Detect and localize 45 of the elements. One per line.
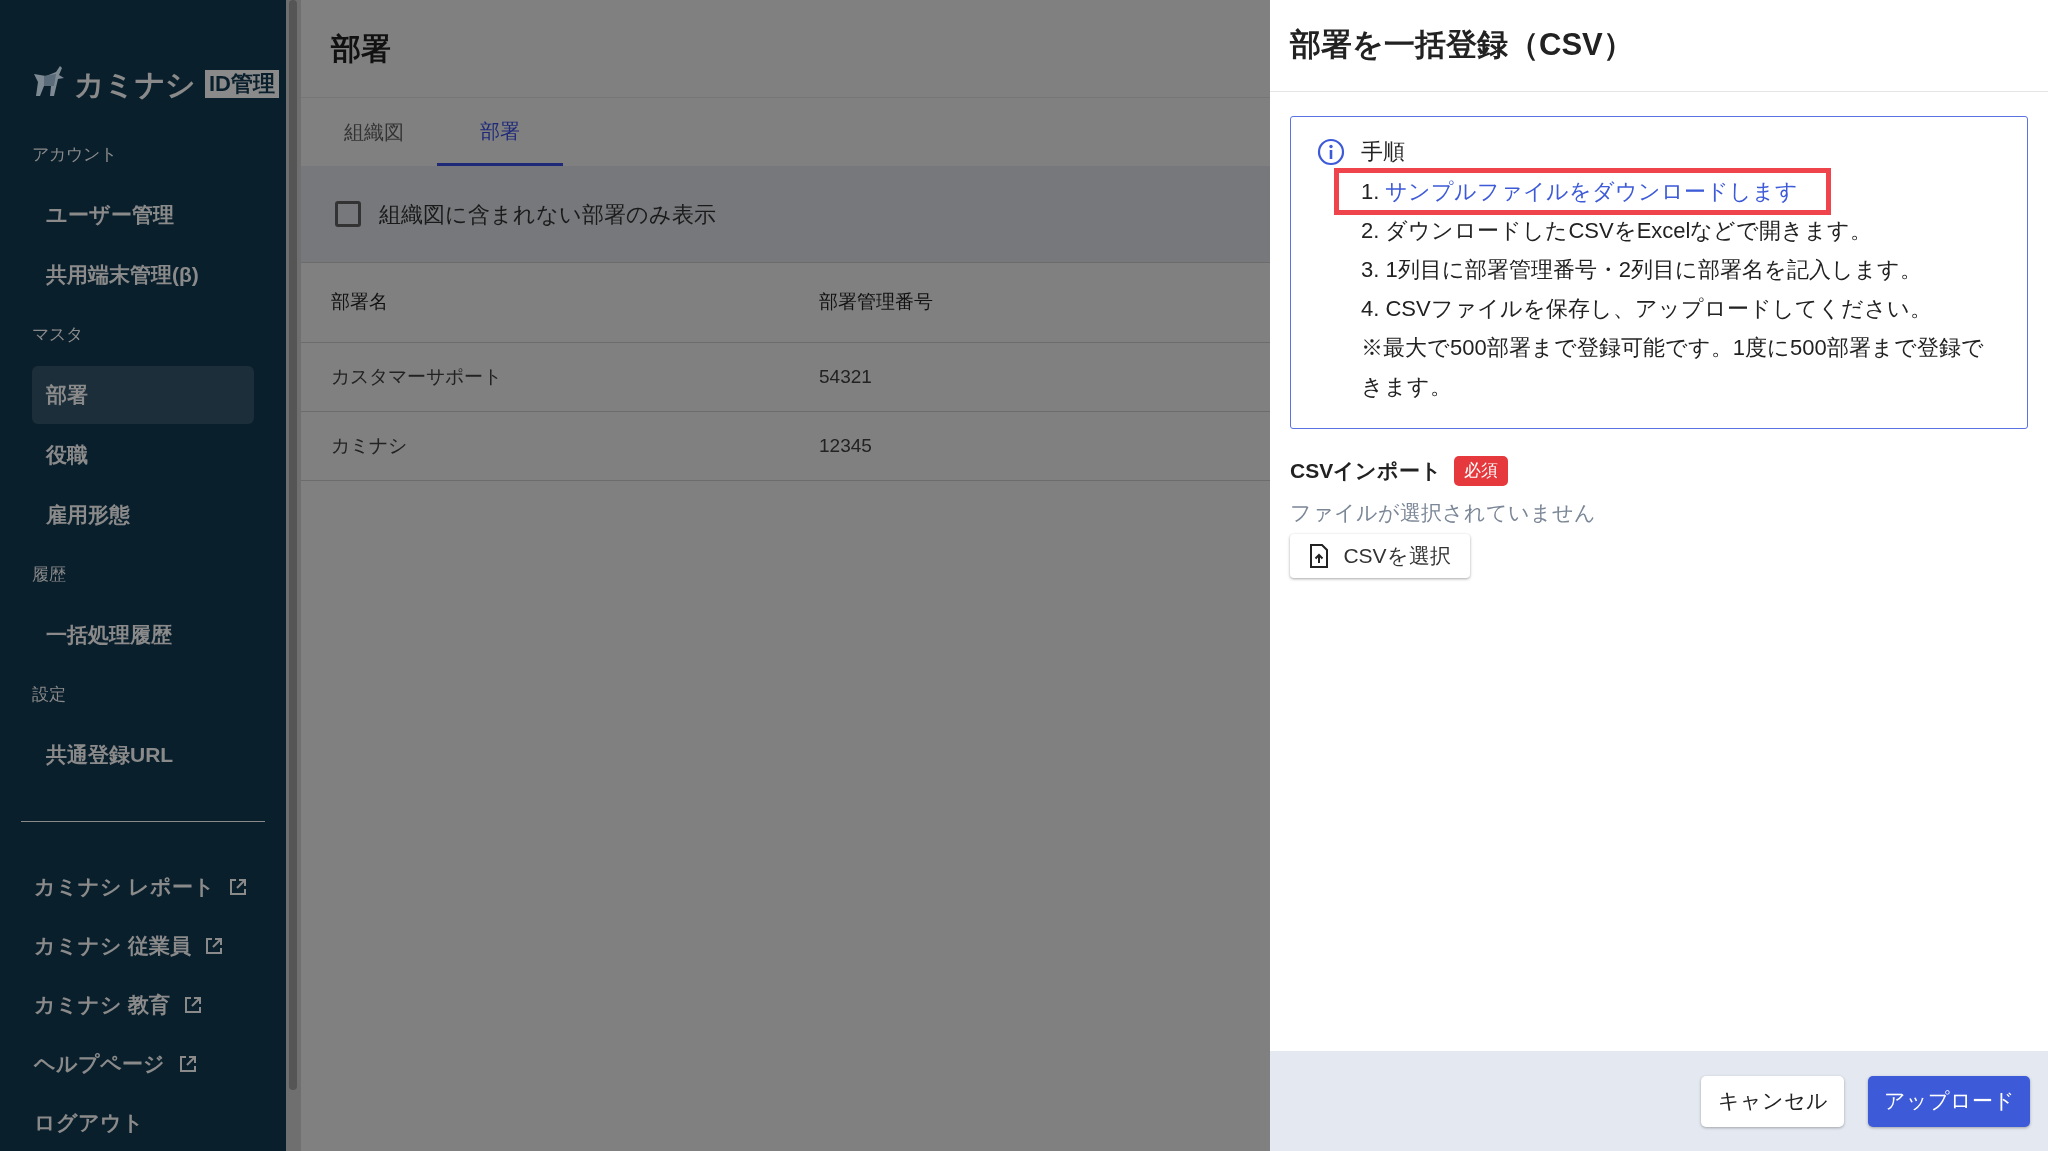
dialog-title: 部署を一括登録（CSV）	[1290, 26, 1634, 65]
nav-item[interactable]: 共通登録URL	[32, 726, 254, 784]
table-cell-text: カスタマーサポート	[331, 364, 503, 389]
cancel-button[interactable]: キャンセル	[1701, 1075, 1844, 1127]
section-label: マスタ	[32, 324, 84, 346]
nav-item[interactable]: 部署	[32, 366, 254, 424]
brand-name: カミナシ	[74, 66, 195, 103]
checkbox-label: 組織図に含まれない部署のみ表示	[379, 200, 716, 229]
nav-link[interactable]: カミナシ レポート	[34, 857, 286, 916]
nav-link[interactable]: カミナシ 教育	[34, 975, 286, 1034]
page-title: 部署	[331, 31, 391, 67]
choose-file-button[interactable]: CSVを選択	[1290, 534, 1470, 578]
upload-button[interactable]: アップロード	[1868, 1075, 2030, 1127]
file-upload-icon	[1309, 544, 1330, 568]
scrollbar-thumb[interactable]	[289, 0, 297, 1090]
file-status: ファイルが選択されていません	[1290, 499, 1597, 526]
tab[interactable]: 組織図	[311, 98, 437, 166]
download-link[interactable]: サンプルファイルをダウンロードします	[1385, 175, 1799, 208]
column-header: 部署管理番号	[819, 290, 933, 315]
nav-link[interactable]: カミナシ 従業員	[34, 916, 286, 975]
section-label: アカウント	[32, 144, 118, 166]
table-cell-text: 54321	[819, 364, 872, 389]
column-header: 部署名	[331, 290, 389, 315]
table-cell-text: 12345	[819, 433, 872, 458]
step-text: 3. 1列目に部署管理番号・2列目に部署名を記入します。	[1361, 256, 1922, 284]
step-number: 1.	[1361, 178, 1380, 206]
nav-link[interactable]: ログアウト	[34, 1093, 286, 1151]
checkbox[interactable]	[335, 201, 361, 227]
section-label: 設定	[32, 684, 67, 706]
product-badge: ID管理	[205, 70, 279, 98]
info-heading: 手順	[1361, 138, 1405, 166]
note-text: ※最大で500部署まで登録可能です。1度に500部署まで登録できます。	[1361, 334, 1985, 401]
field-label: CSVインポート	[1290, 458, 1443, 484]
table-cell-text: カミナシ	[331, 433, 408, 458]
nav-item[interactable]: 雇用形態	[32, 486, 254, 544]
nav-item[interactable]: ユーザー管理	[32, 186, 254, 244]
nav-item[interactable]: 役職	[32, 426, 254, 484]
nav-item[interactable]: 一括処理履歴	[32, 606, 254, 664]
nav-link[interactable]: ヘルプページ	[34, 1034, 286, 1093]
info-icon	[1317, 137, 1345, 166]
section-label: 履歴	[32, 564, 67, 586]
step-text: 4. CSVファイルを保存し、アップロードしてください。	[1361, 295, 1932, 323]
nav-item[interactable]: 共用端末管理(β)	[32, 246, 254, 304]
required-badge: 必須	[1454, 456, 1509, 486]
step-text: 2. ダウンロードしたCSVをExcelなどで開きます。	[1361, 217, 1873, 245]
